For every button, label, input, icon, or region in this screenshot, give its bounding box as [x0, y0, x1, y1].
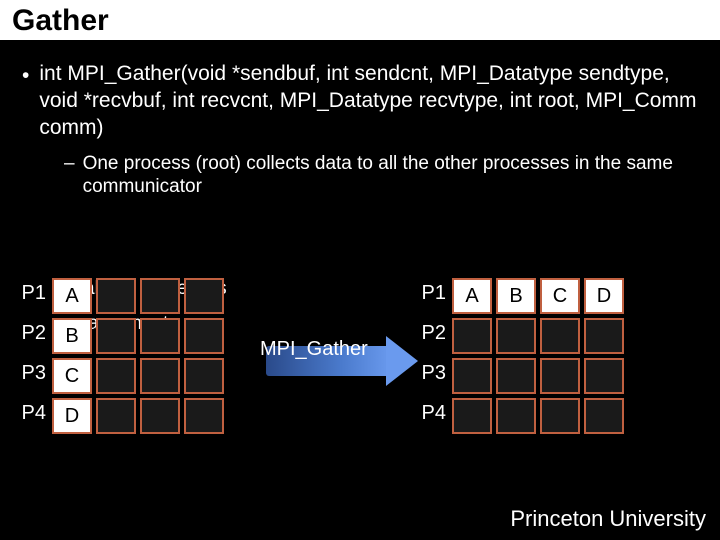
cell: A: [452, 278, 492, 314]
footer: Princeton University: [510, 506, 706, 532]
cell: D: [52, 398, 92, 434]
cell: [452, 358, 492, 394]
cell: [584, 398, 624, 434]
label-right-p1: P1: [416, 282, 446, 305]
dash-icon: –: [64, 152, 75, 176]
cell: [184, 398, 224, 434]
cell: A: [52, 278, 92, 314]
cell: [140, 358, 180, 394]
cell: [584, 358, 624, 394]
arrow-head-icon: [386, 336, 418, 386]
content-area: • int MPI_Gather(void *sendbuf, int send…: [0, 43, 720, 199]
cell: [540, 358, 580, 394]
function-signature: int MPI_Gather(void *sendbuf, int sendcn…: [39, 61, 698, 142]
cell: [452, 318, 492, 354]
cell: [496, 398, 536, 434]
arrow-label: MPI_Gather: [260, 338, 368, 361]
label-left-p4: P4: [16, 402, 46, 425]
diagram: all the processes arguments P1 P2 P3 P4 …: [20, 278, 700, 498]
cell: [184, 358, 224, 394]
cell: [540, 318, 580, 354]
signature-bullet: • int MPI_Gather(void *sendbuf, int send…: [22, 61, 698, 142]
cell: [540, 398, 580, 434]
cell: [496, 358, 536, 394]
cell: C: [52, 358, 92, 394]
cell: [96, 278, 136, 314]
cell: [452, 398, 492, 434]
cell: [140, 318, 180, 354]
cell: [140, 278, 180, 314]
cell: D: [584, 278, 624, 314]
title-bar: Gather: [0, 0, 720, 43]
cell: [96, 398, 136, 434]
cell: [140, 398, 180, 434]
sub-bullet-1: – One process (root) collects data to al…: [64, 152, 698, 200]
right-grid: A B C D: [452, 278, 624, 434]
bullet-icon: •: [22, 63, 29, 90]
cell: [184, 318, 224, 354]
label-left-p2: P2: [16, 322, 46, 345]
label-left-p1: P1: [16, 282, 46, 305]
cell: [496, 318, 536, 354]
label-left-p3: P3: [16, 362, 46, 385]
cell: B: [52, 318, 92, 354]
cell: [584, 318, 624, 354]
page-title: Gather: [12, 4, 708, 38]
sub-bullet-text: One process (root) collects data to all …: [83, 152, 698, 200]
label-right-p4: P4: [416, 402, 446, 425]
cell: [184, 278, 224, 314]
cell: C: [540, 278, 580, 314]
cell: [96, 358, 136, 394]
left-grid: A B C D: [52, 278, 224, 434]
cell: B: [496, 278, 536, 314]
cell: [96, 318, 136, 354]
